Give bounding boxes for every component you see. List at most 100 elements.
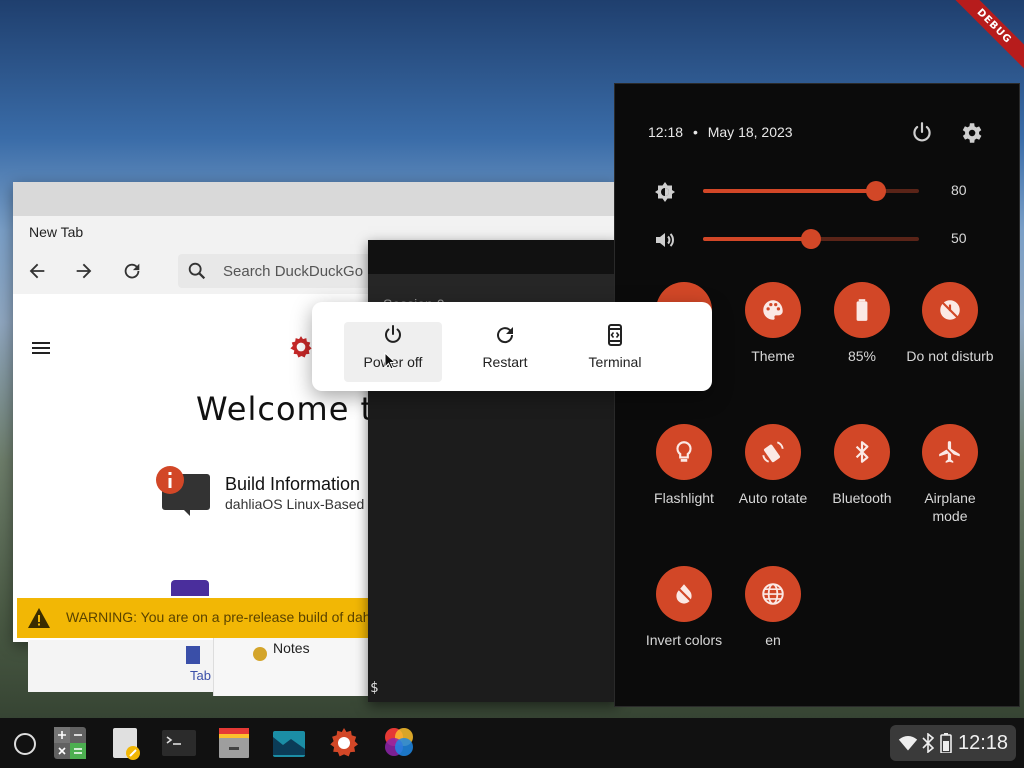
tile-auto-rotate-label: Auto rotate xyxy=(738,490,808,506)
auto-rotate-toggle[interactable] xyxy=(745,424,801,480)
warning-text: WARNING: You are on a pre-release build … xyxy=(66,609,374,625)
volume-slider-fill xyxy=(703,237,811,241)
restart-button[interactable]: Restart xyxy=(457,322,553,378)
power-icon xyxy=(345,322,441,348)
tile-bluetooth[interactable]: Bluetooth xyxy=(817,424,907,507)
terminal-app-icon xyxy=(162,730,196,756)
tile-do-not-disturb[interactable]: Do not disturb xyxy=(905,282,995,365)
palette-icon xyxy=(763,300,783,320)
debug-banner: DEBUG xyxy=(934,0,1024,90)
web-browser-icon xyxy=(385,728,413,756)
arrow-left-icon xyxy=(29,263,45,279)
brightness-slider-row: 80 xyxy=(615,176,1019,206)
tile-bluetooth-label: Bluetooth xyxy=(832,490,892,506)
settings-button[interactable] xyxy=(958,120,984,151)
language-icon xyxy=(762,583,784,605)
terminal-prompt[interactable]: $ xyxy=(370,680,378,696)
tile-airplane-label: Airplane mode xyxy=(924,490,976,524)
status-area[interactable]: 12:18 xyxy=(890,725,1016,761)
menu-button[interactable] xyxy=(29,336,53,365)
terminal-button[interactable]: Terminal xyxy=(567,322,663,378)
volume-slider[interactable] xyxy=(703,229,919,249)
tile-flashlight[interactable]: Flashlight xyxy=(639,424,729,507)
launcher-button[interactable] xyxy=(14,733,36,755)
search-icon xyxy=(186,260,208,287)
do-not-disturb-icon xyxy=(940,300,960,320)
terminal-code-icon xyxy=(567,322,663,348)
language-toggle[interactable] xyxy=(745,566,801,622)
gear-icon xyxy=(962,123,982,143)
time-label: 12:18 xyxy=(648,124,684,140)
volume-slider-row: 50 xyxy=(615,224,1019,254)
do-not-disturb-toggle[interactable] xyxy=(922,282,978,338)
taskbar: 12:18 xyxy=(0,718,1024,768)
reload-icon xyxy=(124,263,140,279)
settings-app[interactable] xyxy=(326,725,362,761)
bluetooth-toggle[interactable] xyxy=(834,424,890,480)
search-placeholder: Search DuckDuckGo xyxy=(223,263,364,280)
tile-airplane[interactable]: Airplane mode xyxy=(905,424,995,525)
gear-logo-icon xyxy=(290,336,312,358)
tile-language[interactable]: en xyxy=(728,566,818,649)
brightness-icon xyxy=(653,180,677,209)
tile-dnd-label: Do not disturb xyxy=(906,348,994,364)
tile-theme[interactable]: Theme xyxy=(728,282,818,365)
build-info-title[interactable]: Build Information xyxy=(225,474,360,495)
calculator-icon xyxy=(54,727,86,759)
browser-titlebar[interactable] xyxy=(13,182,618,216)
volume-value: 50 xyxy=(951,230,967,246)
files-icon xyxy=(219,728,249,758)
browser-tab-title[interactable]: New Tab xyxy=(29,224,83,240)
wifi-icon xyxy=(898,736,918,751)
quick-settings-panel: 12:18 • May 18, 2023 80 50 Theme 85% Do … xyxy=(614,83,1020,707)
notes-app[interactable] xyxy=(108,725,144,761)
restart-icon xyxy=(457,322,553,348)
build-info-subtitle: dahliaOS Linux-Based xyxy=(225,496,365,512)
brightness-slider[interactable] xyxy=(703,181,919,201)
dahlia-logo xyxy=(288,334,314,365)
power-dialog: Power off Restart Terminal xyxy=(312,302,712,391)
brightness-slider-thumb[interactable] xyxy=(865,181,886,201)
flashlight-toggle[interactable] xyxy=(656,424,712,480)
invert-colors-toggle[interactable] xyxy=(656,566,712,622)
battery-toggle[interactable] xyxy=(834,282,890,338)
flashlight-icon xyxy=(676,441,692,462)
volume-icon xyxy=(653,228,677,257)
taskbar-clock: 12:18 xyxy=(958,732,1009,754)
power-icon xyxy=(913,122,931,142)
tile-theme-label: Theme xyxy=(751,348,795,364)
brightness-slider-fill xyxy=(703,189,876,193)
settings-gear-icon xyxy=(330,728,358,757)
bluetooth-icon xyxy=(855,441,869,463)
hamburger-icon xyxy=(32,342,50,354)
terminal-titlebar[interactable] xyxy=(368,240,618,274)
notes-app-icon xyxy=(113,728,140,760)
calculator-app[interactable] xyxy=(52,725,88,761)
files-app[interactable] xyxy=(216,725,252,761)
welcome-heading: Welcome t xyxy=(196,390,375,428)
warning-icon xyxy=(27,607,51,634)
back-button[interactable] xyxy=(22,256,52,286)
info-icon xyxy=(156,466,212,516)
airplane-mode-toggle[interactable] xyxy=(922,424,978,480)
web-browser-app[interactable] xyxy=(381,725,417,761)
battery-icon xyxy=(856,299,868,321)
reload-button[interactable] xyxy=(117,256,147,286)
tile-invert-colors[interactable]: Invert colors xyxy=(639,566,729,649)
terminal-app[interactable] xyxy=(161,725,197,761)
volume-slider-thumb[interactable] xyxy=(801,229,821,249)
notes-label[interactable]: Notes xyxy=(273,640,310,656)
tile-auto-rotate[interactable]: Auto rotate xyxy=(728,424,818,507)
image-viewer-app[interactable] xyxy=(271,725,307,761)
power-button[interactable] xyxy=(909,120,935,151)
tile-battery[interactable]: 85% xyxy=(817,282,907,365)
tile-language-label: en xyxy=(765,632,781,648)
restart-label: Restart xyxy=(482,354,528,370)
forward-button[interactable] xyxy=(69,256,99,286)
tab-label[interactable]: Tab xyxy=(190,668,211,683)
terminal-label: Terminal xyxy=(588,354,642,370)
theme-toggle[interactable] xyxy=(745,282,801,338)
datetime-separator: • xyxy=(692,124,698,140)
notes-icon xyxy=(253,647,267,661)
warning-banner: WARNING: You are on a pre-release build … xyxy=(17,598,374,638)
